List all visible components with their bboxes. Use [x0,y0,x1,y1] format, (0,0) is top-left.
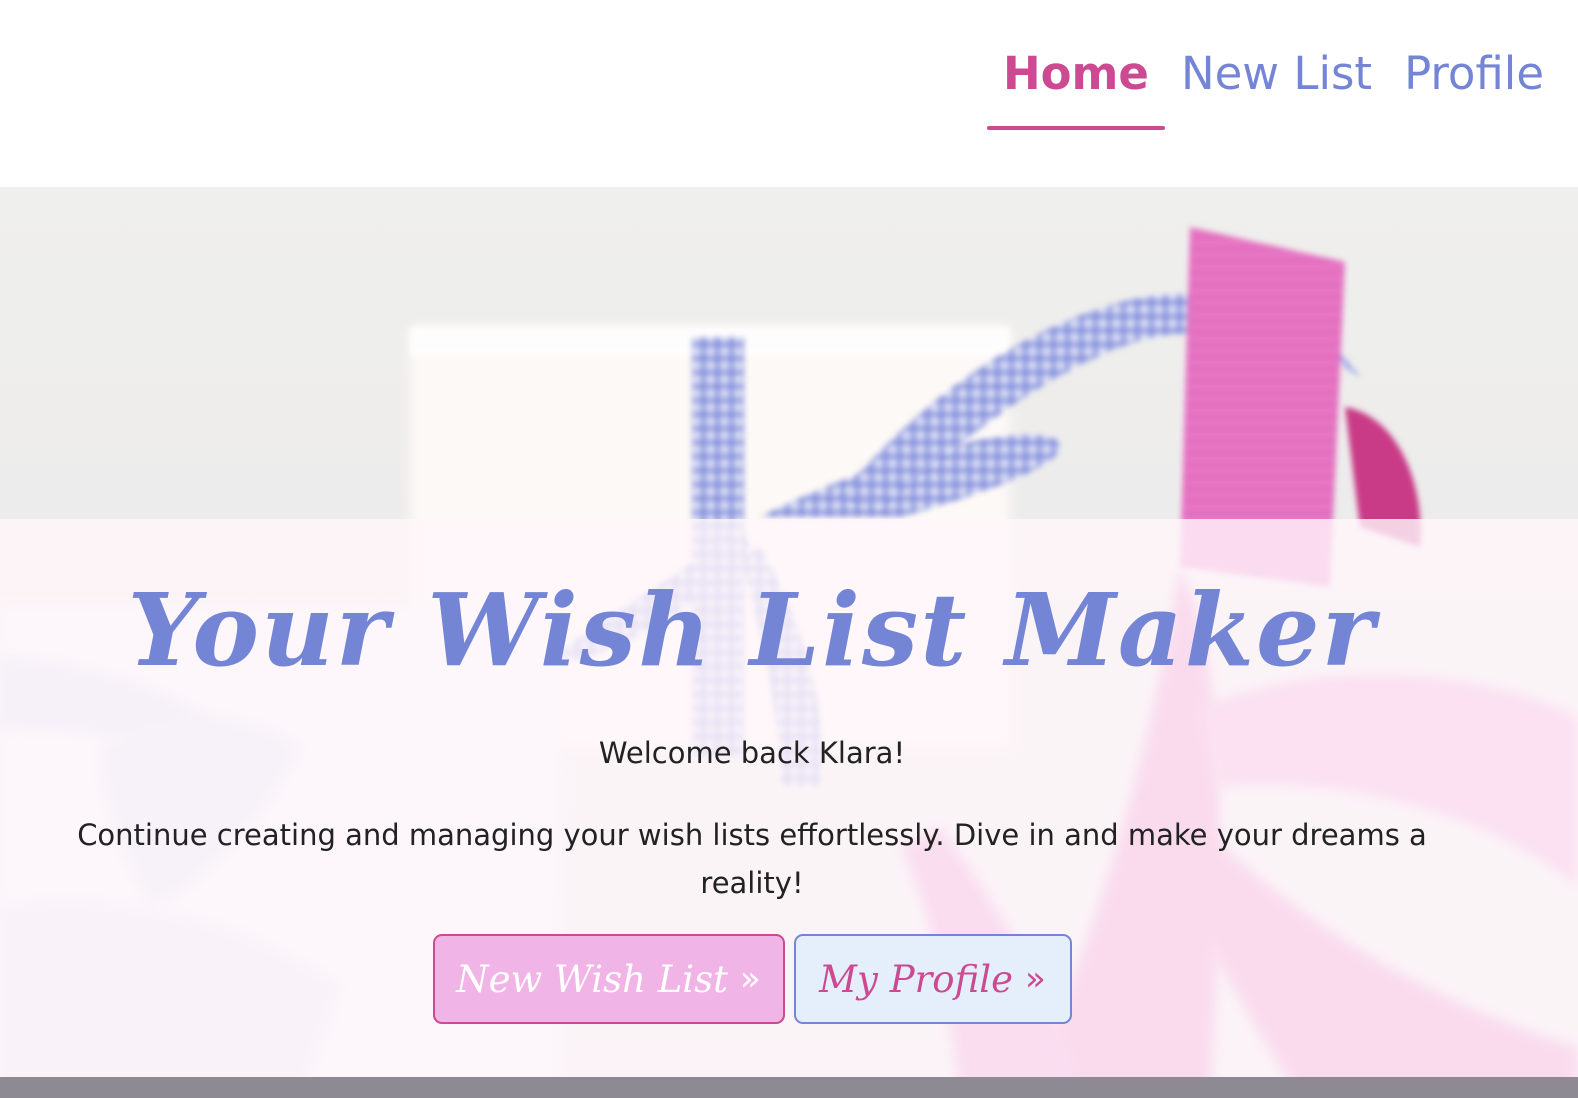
nav-links: Home New List Profile [986,46,1560,130]
hero-bottom-edge [0,1077,1578,1098]
nav-item-profile[interactable]: Profile [1388,46,1560,102]
nav-item-home[interactable]: Home [986,46,1165,130]
top-navbar: Home New List Profile [0,0,1578,187]
double-chevron-right-icon: » [739,959,761,999]
my-profile-button-label: My Profile [819,957,1013,1001]
page: Home New List Profile Your Wish List Mak… [0,0,1578,1098]
hero-title: Your Wish List Maker [127,571,1377,689]
hero-content-panel: Your Wish List Maker Welcome back Klara!… [0,519,1578,1077]
hero-tagline: Continue creating and managing your wish… [77,818,1427,900]
welcome-message: Welcome back Klara! [598,736,906,770]
double-chevron-right-icon: » [1025,959,1046,999]
new-wish-list-button-label: New Wish List [456,957,728,1001]
nav-item-new-list[interactable]: New List [1165,46,1388,102]
hero-buttons: New Wish List » My Profile » [0,934,1504,1024]
my-profile-button[interactable]: My Profile » [793,934,1072,1024]
hero-section: Your Wish List Maker Welcome back Klara!… [0,187,1578,1098]
new-wish-list-button[interactable]: New Wish List » [432,934,785,1024]
